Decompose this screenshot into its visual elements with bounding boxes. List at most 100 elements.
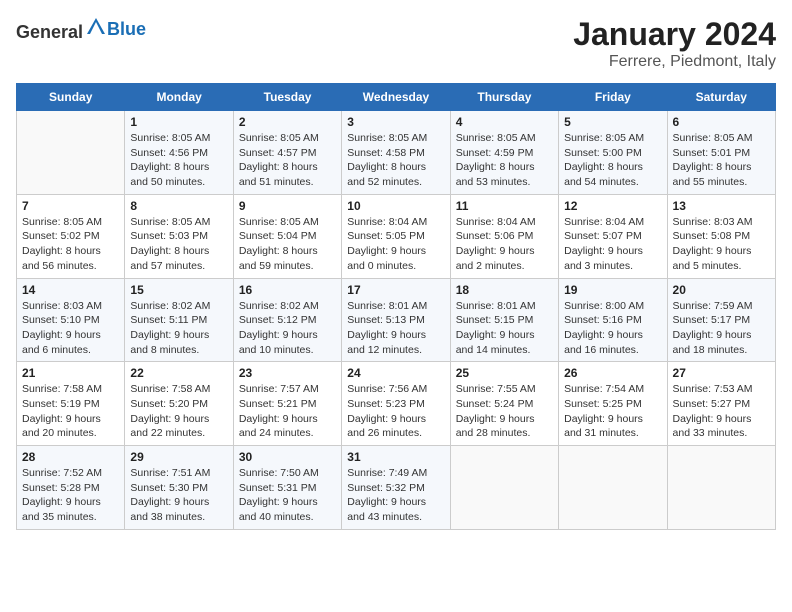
calendar-cell: 15Sunrise: 8:02 AMSunset: 5:11 PMDayligh…	[125, 278, 233, 362]
day-number: 11	[456, 199, 553, 213]
calendar-cell: 26 Sunrise: 7:54 AMSunset: 5:25 PMDayligh…	[559, 362, 667, 446]
day-header-thursday: Thursday	[450, 84, 558, 111]
day-info: Sunrise: 8:05 AMSunset: 4:58 PMDaylight:…	[347, 131, 444, 190]
calendar-cell: 13Sunrise: 8:03 AMSunset: 5:08 PMDayligh…	[667, 194, 775, 278]
day-info: Sunrise: 7:49 AMSunset: 5:32 PMDaylight:…	[347, 466, 444, 525]
day-info: Sunrise: 8:04 AMSunset: 5:05 PMDaylight:…	[347, 215, 444, 274]
day-number: 3	[347, 115, 444, 129]
month-title: January 2024	[573, 16, 776, 53]
calendar-table: SundayMondayTuesdayWednesdayThursdayFrid…	[16, 83, 776, 530]
calendar-cell: 25 Sunrise: 7:55 AMSunset: 5:24 PMDayligh…	[450, 362, 558, 446]
calendar-cell: 9 Sunrise: 8:05 AMSunset: 5:04 PMDaylight…	[233, 194, 341, 278]
day-number: 21	[22, 366, 119, 380]
day-info: Sunrise: 8:05 AMSunset: 5:01 PMDaylight:…	[673, 131, 770, 190]
calendar-cell: 16Sunrise: 8:02 AMSunset: 5:12 PMDayligh…	[233, 278, 341, 362]
week-row-5: 28 Sunrise: 7:52 AMSunset: 5:28 PMDayligh…	[17, 446, 776, 530]
day-info: Sunrise: 8:04 AMSunset: 5:06 PMDaylight:…	[456, 215, 553, 274]
day-number: 13	[673, 199, 770, 213]
calendar-cell: 21 Sunrise: 7:58 AMSunset: 5:19 PMDayligh…	[17, 362, 125, 446]
calendar-cell	[450, 446, 558, 530]
day-number: 31	[347, 450, 444, 464]
day-info: Sunrise: 7:51 AMSunset: 5:30 PMDaylight:…	[130, 466, 227, 525]
day-number: 27	[673, 366, 770, 380]
logo-general-text: General	[16, 22, 83, 42]
day-number: 14	[22, 283, 119, 297]
day-header-saturday: Saturday	[667, 84, 775, 111]
day-info: Sunrise: 8:05 AMSunset: 5:03 PMDaylight:…	[130, 215, 227, 274]
day-info: Sunrise: 8:05 AMSunset: 4:57 PMDaylight:…	[239, 131, 336, 190]
day-number: 26	[564, 366, 661, 380]
day-info: Sunrise: 8:01 AMSunset: 5:13 PMDaylight:…	[347, 299, 444, 358]
day-info: Sunrise: 8:02 AMSunset: 5:12 PMDaylight:…	[239, 299, 336, 358]
day-number: 1	[130, 115, 227, 129]
location-title: Ferrere, Piedmont, Italy	[573, 53, 776, 71]
day-number: 7	[22, 199, 119, 213]
calendar-cell: 23Sunrise: 7:57 AMSunset: 5:21 PMDayligh…	[233, 362, 341, 446]
day-info: Sunrise: 8:05 AMSunset: 5:04 PMDaylight:…	[239, 215, 336, 274]
day-info: Sunrise: 8:02 AMSunset: 5:11 PMDaylight:…	[130, 299, 227, 358]
day-info: Sunrise: 8:04 AMSunset: 5:07 PMDaylight:…	[564, 215, 661, 274]
day-info: Sunrise: 7:55 AMSunset: 5:24 PMDaylight:…	[456, 382, 553, 441]
day-number: 22	[130, 366, 227, 380]
day-number: 12	[564, 199, 661, 213]
calendar-cell: 19Sunrise: 8:00 AMSunset: 5:16 PMDayligh…	[559, 278, 667, 362]
week-row-1: 1Sunrise: 8:05 AMSunset: 4:56 PMDaylight…	[17, 111, 776, 195]
calendar-cell: 7 Sunrise: 8:05 AMSunset: 5:02 PMDaylight…	[17, 194, 125, 278]
day-info: Sunrise: 7:50 AMSunset: 5:31 PMDaylight:…	[239, 466, 336, 525]
header-row: SundayMondayTuesdayWednesdayThursdayFrid…	[17, 84, 776, 111]
day-number: 17	[347, 283, 444, 297]
day-info: Sunrise: 7:56 AMSunset: 5:23 PMDaylight:…	[347, 382, 444, 441]
calendar-cell: 29 Sunrise: 7:51 AMSunset: 5:30 PMDayligh…	[125, 446, 233, 530]
day-number: 9	[239, 199, 336, 213]
day-info: Sunrise: 8:05 AMSunset: 5:00 PMDaylight:…	[564, 131, 661, 190]
day-number: 5	[564, 115, 661, 129]
day-info: Sunrise: 8:03 AMSunset: 5:10 PMDaylight:…	[22, 299, 119, 358]
day-number: 2	[239, 115, 336, 129]
calendar-cell: 4Sunrise: 8:05 AMSunset: 4:59 PMDaylight…	[450, 111, 558, 195]
day-number: 6	[673, 115, 770, 129]
day-info: Sunrise: 8:05 AMSunset: 5:02 PMDaylight:…	[22, 215, 119, 274]
day-info: Sunrise: 7:58 AMSunset: 5:19 PMDaylight:…	[22, 382, 119, 441]
logo-blue-text: Blue	[107, 19, 146, 40]
calendar-cell: 8 Sunrise: 8:05 AMSunset: 5:03 PMDaylight…	[125, 194, 233, 278]
logo-icon	[85, 16, 107, 38]
calendar-cell: 2 Sunrise: 8:05 AMSunset: 4:57 PMDaylight…	[233, 111, 341, 195]
day-number: 23	[239, 366, 336, 380]
day-number: 25	[456, 366, 553, 380]
day-number: 28	[22, 450, 119, 464]
day-number: 20	[673, 283, 770, 297]
day-number: 30	[239, 450, 336, 464]
day-info: Sunrise: 8:05 AMSunset: 4:59 PMDaylight:…	[456, 131, 553, 190]
page-header: General Blue January 2024 Ferrere, Piedm…	[16, 16, 776, 71]
day-number: 24	[347, 366, 444, 380]
week-row-2: 7 Sunrise: 8:05 AMSunset: 5:02 PMDaylight…	[17, 194, 776, 278]
calendar-cell: 11 Sunrise: 8:04 AMSunset: 5:06 PMDayligh…	[450, 194, 558, 278]
title-block: January 2024 Ferrere, Piedmont, Italy	[573, 16, 776, 71]
calendar-cell: 28 Sunrise: 7:52 AMSunset: 5:28 PMDayligh…	[17, 446, 125, 530]
calendar-cell: 27 Sunrise: 7:53 AMSunset: 5:27 PMDayligh…	[667, 362, 775, 446]
calendar-cell	[17, 111, 125, 195]
calendar-cell: 30 Sunrise: 7:50 AMSunset: 5:31 PMDayligh…	[233, 446, 341, 530]
day-number: 29	[130, 450, 227, 464]
calendar-cell: 22Sunrise: 7:58 AMSunset: 5:20 PMDayligh…	[125, 362, 233, 446]
day-header-friday: Friday	[559, 84, 667, 111]
calendar-cell: 12 Sunrise: 8:04 AMSunset: 5:07 PMDayligh…	[559, 194, 667, 278]
day-number: 10	[347, 199, 444, 213]
calendar-cell: 24 Sunrise: 7:56 AMSunset: 5:23 PMDayligh…	[342, 362, 450, 446]
calendar-cell: 5 Sunrise: 8:05 AMSunset: 5:00 PMDaylight…	[559, 111, 667, 195]
day-header-wednesday: Wednesday	[342, 84, 450, 111]
calendar-cell: 18Sunrise: 8:01 AMSunset: 5:15 PMDayligh…	[450, 278, 558, 362]
day-info: Sunrise: 7:53 AMSunset: 5:27 PMDaylight:…	[673, 382, 770, 441]
day-number: 18	[456, 283, 553, 297]
calendar-cell	[559, 446, 667, 530]
calendar-cell: 3 Sunrise: 8:05 AMSunset: 4:58 PMDaylight…	[342, 111, 450, 195]
calendar-cell: 17 Sunrise: 8:01 AMSunset: 5:13 PMDayligh…	[342, 278, 450, 362]
day-info: Sunrise: 7:52 AMSunset: 5:28 PMDaylight:…	[22, 466, 119, 525]
day-header-sunday: Sunday	[17, 84, 125, 111]
calendar-cell: 31 Sunrise: 7:49 AMSunset: 5:32 PMDayligh…	[342, 446, 450, 530]
calendar-cell: 1Sunrise: 8:05 AMSunset: 4:56 PMDaylight…	[125, 111, 233, 195]
day-info: Sunrise: 7:54 AMSunset: 5:25 PMDaylight:…	[564, 382, 661, 441]
day-number: 8	[130, 199, 227, 213]
week-row-3: 14 Sunrise: 8:03 AMSunset: 5:10 PMDayligh…	[17, 278, 776, 362]
day-header-tuesday: Tuesday	[233, 84, 341, 111]
